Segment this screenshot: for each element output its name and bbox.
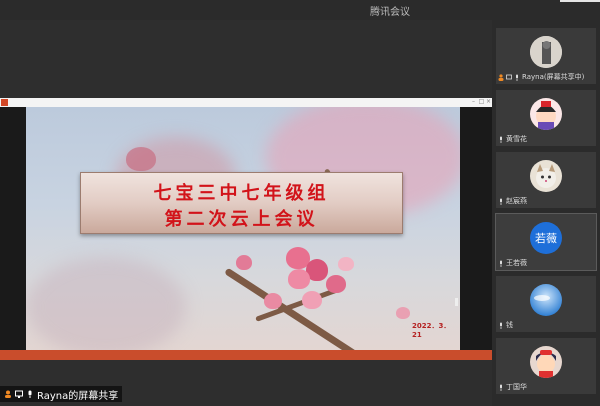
ppt-statusbar — [0, 350, 492, 360]
participant-name: 王若薇 — [506, 259, 527, 267]
powerpoint-icon — [1, 99, 8, 106]
maximize-icon[interactable]: □ — [478, 99, 485, 105]
blossom — [236, 255, 252, 270]
text-avatar: 若薇 — [530, 222, 562, 254]
minimize-icon[interactable]: – — [470, 99, 477, 105]
slide-title-line-1: 七宝三中七年级组 — [153, 183, 330, 204]
slide-title-line-2: 第二次云上会议 — [164, 209, 319, 230]
microphone-icon — [500, 384, 502, 391]
microphone-icon — [500, 198, 502, 205]
screen-share-label-text: Rayna的屏幕共享 — [37, 390, 119, 402]
blossom-blur — [26, 257, 186, 350]
slide-date: 2022．3．21 — [412, 322, 451, 339]
ppt-titlebar: – □ × — [0, 98, 492, 107]
participant-tile[interactable]: 黄雪花 — [496, 90, 596, 146]
sky-avatar-icon — [530, 284, 562, 316]
top-edge-highlight — [560, 0, 600, 2]
screen-share-icon — [506, 74, 512, 79]
photo-avatar-icon — [530, 36, 562, 68]
blossom — [288, 269, 310, 289]
participant-name: Rayna(屏幕共享中) — [522, 73, 585, 81]
close-icon[interactable]: × — [485, 99, 492, 105]
shared-ppt-window[interactable]: – □ × 七宝三中七年级组 第二次云上会议 2022．3．21 — [0, 98, 492, 360]
participant-tile[interactable]: 赵宸燕 — [496, 152, 596, 208]
slide-title-box: 七宝三中七年级组 第二次云上会议 — [80, 172, 403, 234]
microphone-icon — [516, 74, 518, 81]
slide-canvas: 七宝三中七年级组 第二次云上会议 2022．3．21 — [26, 107, 460, 350]
blossom — [326, 275, 346, 293]
blossom — [126, 147, 156, 171]
mouse-cursor-icon — [455, 298, 458, 306]
cartoon-girl-avatar-icon — [530, 346, 562, 378]
participant-name: 赵宸燕 — [506, 197, 527, 205]
participant-name: 丁国华 — [506, 383, 527, 391]
participant-name: 钱 — [506, 321, 513, 329]
participant-tile[interactable]: 钱 — [496, 276, 596, 332]
blossom — [396, 307, 410, 319]
blossom — [264, 293, 282, 309]
person-icon — [5, 390, 11, 398]
person-icon — [498, 73, 504, 81]
participant-tile[interactable]: Rayna(屏幕共享中) — [496, 28, 596, 84]
blossom — [338, 257, 354, 271]
microphone-icon — [500, 136, 502, 143]
window-titlebar: 腾讯会议 — [0, 0, 600, 20]
screen-share-label: Rayna的屏幕共享 — [0, 386, 123, 402]
blossom — [302, 291, 322, 309]
app-title: 腾讯会议 — [370, 7, 410, 18]
participant-tile[interactable]: 若薇 王若薇 — [495, 213, 597, 271]
participant-name: 黄雪花 — [506, 135, 527, 143]
microphone-icon — [500, 260, 502, 267]
screen-share-icon — [15, 390, 23, 398]
cartoon-avatar-icon — [530, 98, 562, 130]
participant-tile[interactable]: 丁国华 — [496, 338, 596, 394]
cat-avatar-icon — [530, 160, 562, 192]
microphone-icon — [500, 322, 502, 329]
screen-share-area: – □ × 七宝三中七年级组 第二次云上会议 2022．3．21 — [0, 20, 492, 406]
microphone-icon — [28, 390, 32, 398]
participant-panel: Rayna(屏幕共享中) 黄雪花 赵宸燕 若薇 王若薇 钱 丁国华 — [494, 26, 600, 406]
